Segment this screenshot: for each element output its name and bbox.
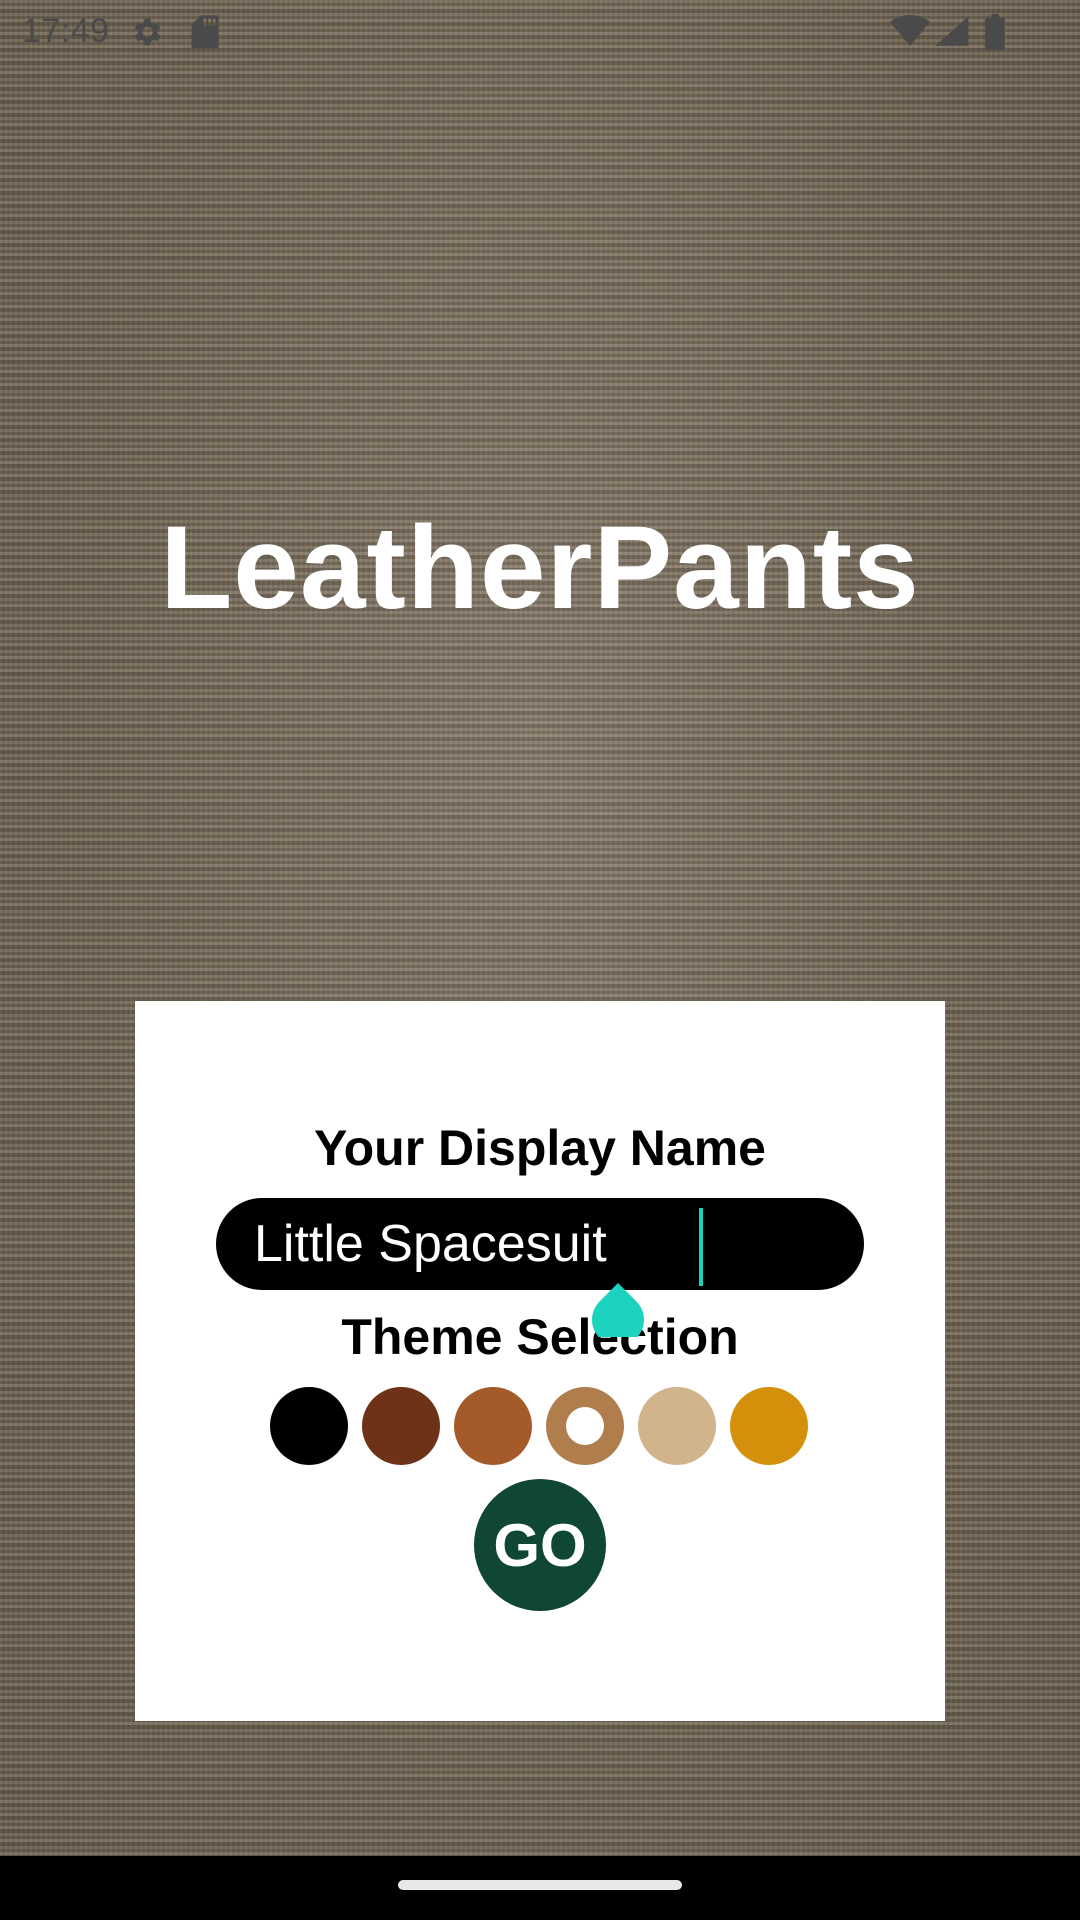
theme-selection-label: Theme Selection: [341, 1309, 739, 1365]
navigation-bar: [0, 1856, 1080, 1920]
status-time: 17:49: [22, 12, 110, 50]
theme-swatch-6[interactable]: [730, 1387, 808, 1465]
theme-swatch-5[interactable]: [638, 1387, 716, 1465]
theme-swatch-2[interactable]: [362, 1387, 440, 1465]
text-cursor: [699, 1208, 703, 1286]
gear-icon: [128, 14, 164, 55]
sd-card-icon: [190, 14, 220, 55]
screen: 17:49 LeatherPants Your Display Name Lit…: [0, 0, 1080, 1920]
display-name-input[interactable]: [254, 1198, 834, 1290]
theme-swatch-3[interactable]: [454, 1387, 532, 1465]
battery-icon: [984, 14, 1006, 55]
theme-swatch-1[interactable]: [270, 1387, 348, 1465]
cell-signal-icon: [934, 14, 970, 53]
setup-card: Your Display Name Theme Selection GO: [135, 1001, 945, 1721]
wifi-icon: [890, 14, 930, 53]
cursor-handle-icon[interactable]: [591, 1283, 645, 1337]
theme-swatch-4[interactable]: [546, 1387, 624, 1465]
display-name-field[interactable]: [216, 1198, 864, 1290]
status-bar: 17:49: [0, 0, 1080, 64]
display-name-label: Your Display Name: [313, 1120, 766, 1176]
go-button[interactable]: GO: [474, 1479, 606, 1611]
theme-swatch-row: [270, 1387, 810, 1467]
home-gesture-handle[interactable]: [398, 1880, 682, 1890]
app-title: LeatherPants: [160, 502, 920, 634]
